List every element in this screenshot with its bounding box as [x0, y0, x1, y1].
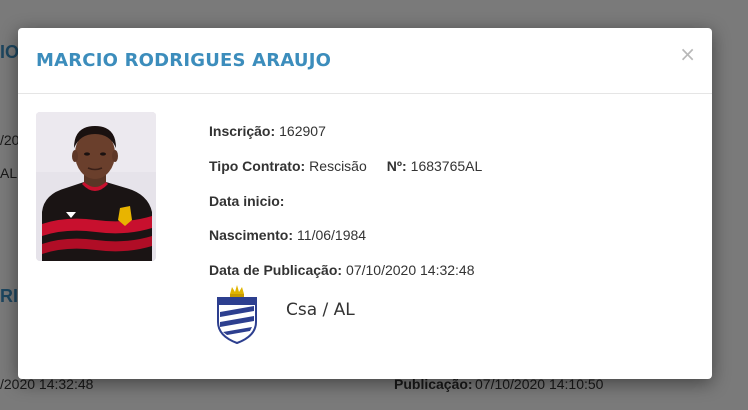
- inscricao-value: 162907: [279, 123, 326, 140]
- player-photo: [36, 112, 156, 261]
- inscricao-row: Inscrição: 162907: [209, 114, 482, 149]
- nascimento-label: Nascimento:: [209, 227, 294, 244]
- csa-crest-icon: [215, 284, 259, 345]
- player-name-title: MARCIO RODRIGUES ARAUJO: [36, 50, 332, 71]
- player-photo-image: [36, 112, 156, 261]
- player-modal: MARCIO RODRIGUES ARAUJO × Inscrição: 162…: [18, 28, 712, 379]
- tipo-contrato-value: Rescisão: [309, 158, 367, 175]
- nascimento-row: Nascimento: 11/06/1984: [209, 218, 482, 253]
- tipo-contrato-label: Tipo Contrato:: [209, 158, 306, 175]
- nascimento-value: 11/06/1984: [297, 227, 367, 244]
- numero-value: 1683765AL: [410, 158, 483, 175]
- data-inicio-row: Data inicio:: [209, 183, 482, 218]
- tipo-contrato-row: Tipo Contrato: Rescisão Nº: 1683765AL: [209, 149, 482, 184]
- publicacao-label: Data de Publicação:: [209, 262, 343, 279]
- inscricao-label: Inscrição:: [209, 123, 276, 140]
- player-info: Inscrição: 162907 Tipo Contrato: Rescisã…: [209, 114, 482, 287]
- close-button[interactable]: ×: [679, 44, 696, 64]
- numero-label: Nº:: [386, 158, 407, 175]
- publicacao-row: Data de Publicação: 07/10/2020 14:32:48: [209, 253, 482, 288]
- modal-header: MARCIO RODRIGUES ARAUJO ×: [18, 28, 712, 94]
- data-inicio-label: Data inicio:: [209, 192, 285, 209]
- club-name: Csa / AL: [286, 300, 355, 320]
- publicacao-value: 07/10/2020 14:32:48: [346, 262, 475, 279]
